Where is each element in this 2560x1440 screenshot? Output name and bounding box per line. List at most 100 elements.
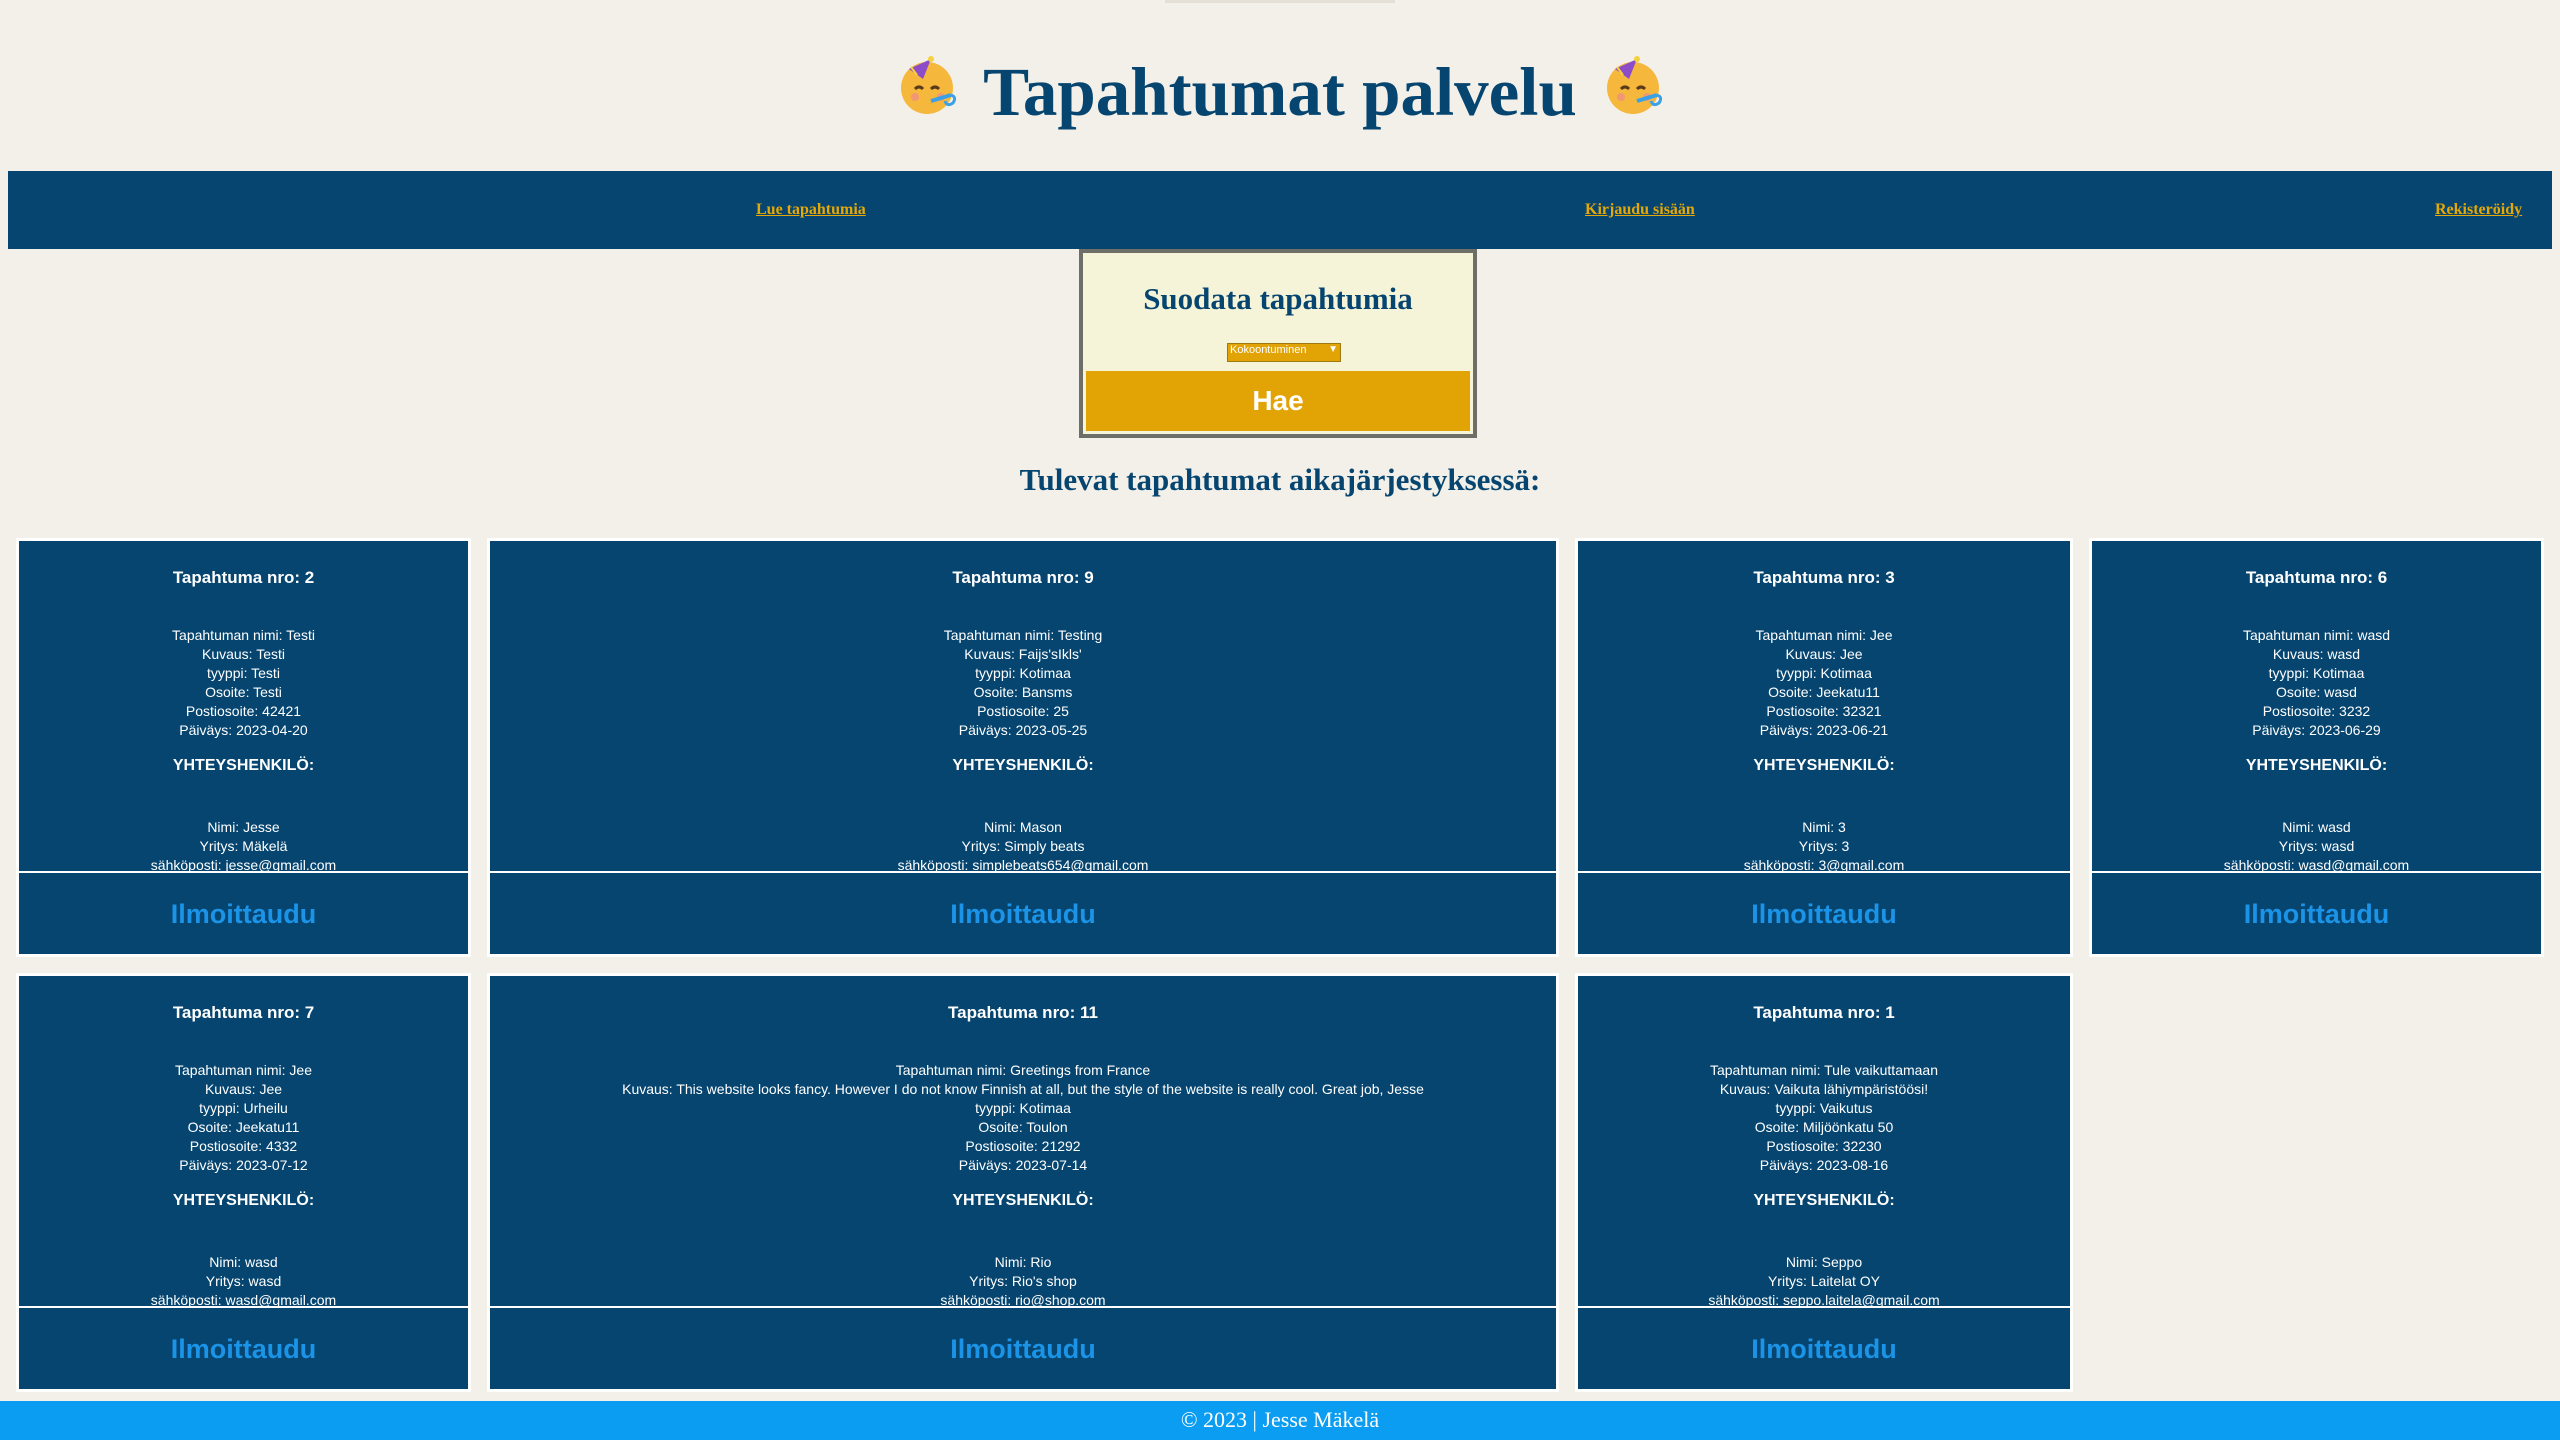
nav-link-register[interactable]: Rekisteröidy (2435, 201, 2522, 219)
contact-heading: YHTEYSHENKILÖ: (2245, 757, 2388, 774)
events-heading: Tulevat tapahtumat aikajärjestyksessä: (1019, 462, 1541, 497)
contact-heading: YHTEYSHENKILÖ: (1753, 1192, 1895, 1209)
event-title: Tapahtuma nro: 7 (172, 1003, 315, 1022)
nav-link-login[interactable]: Kirjaudu sisään (1585, 201, 1695, 219)
event-address: Osoite: Testi (205, 684, 282, 700)
event-address: Osoite: Bansms (973, 684, 1073, 700)
event-date: Päiväys: 2023-06-29 (2252, 722, 2381, 738)
contact-company: Yritys: 3 (1798, 838, 1850, 854)
event-description: Kuvaus: wasd (2272, 646, 2361, 662)
event-postal: Postiosoite: 21292 (965, 1138, 1081, 1154)
event-title: Tapahtuma nro: 11 (948, 1003, 1098, 1022)
event-title: Tapahtuma nro: 3 (1753, 568, 1895, 587)
contact-name: Nimi: Jesse (207, 819, 280, 835)
contact-email: sähköposti: rio@shop.com (940, 1292, 1106, 1306)
event-name: Tapahtuman nimi: Jee (1755, 627, 1893, 643)
event-card-body: Tapahtuma nro: 3 Tapahtuman nimi: Jee Ku… (1578, 541, 2070, 871)
contact-name: Nimi: wasd (209, 1254, 278, 1270)
contact-name: Nimi: wasd (2282, 819, 2351, 835)
event-card: Tapahtuma nro: 9 Tapahtuman nimi: Testin… (490, 541, 1556, 954)
event-name: Tapahtuman nimi: Jee (175, 1062, 312, 1078)
main-navbar: Lue tapahtumia Kirjaudu sisään Rekisterö… (8, 171, 2552, 249)
contact-email: sähköposti: wasd@gmail.com (2223, 857, 2410, 871)
event-type-selected: Kokoontuminen (1230, 344, 1307, 356)
contact-details: Nimi: wasd Yritys: wasd sähköposti: wasd… (19, 1253, 468, 1306)
event-description: Kuvaus: Vaikuta lähiympäristöösi! (1719, 1081, 1929, 1097)
event-date: Päiväys: 2023-04-20 (179, 722, 308, 738)
event-type: tyyppi: Testi (207, 665, 280, 681)
event-title: Tapahtuma nro: 1 (1753, 1003, 1895, 1022)
register-button[interactable]: Ilmoittaudu (19, 1306, 468, 1389)
event-postal: Postiosoite: 4332 (189, 1138, 298, 1154)
event-type: tyyppi: Urheilu (199, 1100, 288, 1116)
event-date: Päiväys: 2023-06-21 (1759, 722, 1889, 738)
contact-email: sähköposti: seppo.laitela@gmail.com (1708, 1292, 1940, 1306)
register-button[interactable]: Ilmoittaudu (1578, 1306, 2070, 1389)
event-card-body: Tapahtuma nro: 2 Tapahtuman nimi: Testi … (19, 541, 468, 871)
contact-details: Nimi: Jesse Yritys: Mäkelä sähköposti: j… (19, 818, 468, 871)
register-button[interactable]: Ilmoittaudu (19, 871, 468, 954)
register-button[interactable]: Ilmoittaudu (1578, 871, 2070, 954)
event-details: Tapahtuman nimi: Testing Kuvaus: Faijs's… (490, 626, 1556, 740)
contact-heading: YHTEYSHENKILÖ: (1753, 757, 1895, 774)
contact-heading: YHTEYSHENKILÖ: (952, 1192, 1094, 1209)
event-title: Tapahtuma nro: 2 (172, 568, 315, 587)
event-card: Tapahtuma nro: 3 Tapahtuman nimi: Jee Ku… (1578, 541, 2070, 954)
event-type: tyyppi: Vaikutus (1775, 1100, 1873, 1116)
contact-details: Nimi: Mason Yritys: Simply beats sähköpo… (490, 818, 1556, 871)
contact-name: Nimi: Seppo (1785, 1254, 1863, 1270)
filter-title: Suodata tapahtumia (1143, 281, 1413, 316)
contact-heading: YHTEYSHENKILÖ: (172, 1192, 315, 1209)
event-postal: Postiosoite: 32230 (1766, 1138, 1882, 1154)
contact-email: sähköposti: simplebeats654@gmail.com (897, 857, 1149, 871)
event-postal: Postiosoite: 3232 (2262, 703, 2371, 719)
nav-link-read-events[interactable]: Lue tapahtumia (756, 201, 866, 219)
contact-name: Nimi: Mason (984, 819, 1062, 835)
event-details: Tapahtuman nimi: Greetings from France K… (490, 1061, 1556, 1175)
event-name: Tapahtuman nimi: Greetings from France (895, 1062, 1151, 1078)
contact-company: Yritys: Mäkelä (199, 838, 288, 854)
filter-panel: Suodata tapahtumia Kokoontuminen ▼ Hae (1079, 249, 1477, 438)
event-address: Osoite: Miljöönkatu 50 (1754, 1119, 1894, 1135)
page-footer: © 2023 | Jesse Mäkelä (0, 1401, 2560, 1440)
contact-company: Yritys: Simply beats (961, 838, 1085, 854)
event-card-body: Tapahtuma nro: 6 Tapahtuman nimi: wasd K… (2092, 541, 2541, 871)
search-button[interactable]: Hae (1086, 371, 1470, 431)
party-face-icon (895, 53, 959, 134)
event-card: Tapahtuma nro: 6 Tapahtuman nimi: wasd K… (2092, 541, 2541, 954)
event-name: Tapahtuman nimi: wasd (2242, 627, 2391, 643)
event-name: Tapahtuman nimi: Testi (172, 627, 315, 643)
event-card-body: Tapahtuma nro: 9 Tapahtuman nimi: Testin… (490, 541, 1556, 871)
event-address: Osoite: Jeekatu11 (1768, 684, 1880, 700)
event-description: Kuvaus: This website looks fancy. Howeve… (622, 1081, 1424, 1097)
event-description: Kuvaus: Jee (1785, 646, 1863, 662)
page-title-text: Tapahtumat palvelu (983, 54, 1577, 130)
contact-details: Nimi: wasd Yritys: wasd sähköposti: wasd… (2092, 818, 2541, 871)
register-button[interactable]: Ilmoittaudu (490, 871, 1556, 954)
event-card: Tapahtuma nro: 11 Tapahtuman nimi: Greet… (490, 976, 1556, 1389)
event-type: tyyppi: Kotimaa (1776, 665, 1872, 681)
register-button[interactable]: Ilmoittaudu (490, 1306, 1556, 1389)
contact-company: Yritys: wasd (2278, 838, 2355, 854)
contact-heading: YHTEYSHENKILÖ: (952, 757, 1094, 774)
event-address: Osoite: wasd (2276, 684, 2357, 700)
party-face-icon (1601, 53, 1665, 134)
event-postal: Postiosoite: 25 (977, 703, 1069, 719)
event-type-select[interactable]: Kokoontuminen ▼ (1227, 343, 1341, 362)
contact-details: Nimi: Rio Yritys: Rio's shop sähköposti:… (490, 1253, 1556, 1306)
event-card: Tapahtuma nro: 2 Tapahtuman nimi: Testi … (19, 541, 468, 954)
event-date: Päiväys: 2023-08-16 (1759, 1157, 1889, 1173)
event-details: Tapahtuman nimi: Testi Kuvaus: Testi tyy… (19, 626, 468, 740)
contact-name: Nimi: 3 (1802, 819, 1846, 835)
footer-text: © 2023 | Jesse Mäkelä (1180, 1407, 1380, 1432)
event-card-body: Tapahtuma nro: 11 Tapahtuman nimi: Greet… (490, 976, 1556, 1306)
contact-email: sähköposti: jesse@gmail.com (150, 857, 337, 871)
event-card: Tapahtuma nro: 7 Tapahtuman nimi: Jee Ku… (19, 976, 468, 1389)
contact-details: Nimi: Seppo Yritys: Laitelat OY sähköpos… (1578, 1253, 2070, 1306)
event-address: Osoite: Jeekatu11 (187, 1119, 300, 1135)
contact-name: Nimi: Rio (994, 1254, 1052, 1270)
event-type: tyyppi: Kotimaa (2268, 665, 2365, 681)
register-button[interactable]: Ilmoittaudu (2092, 871, 2541, 954)
event-description: Kuvaus: Faijs'sIkls' (964, 646, 1082, 662)
event-details: Tapahtuman nimi: wasd Kuvaus: wasd tyypp… (2092, 626, 2541, 740)
